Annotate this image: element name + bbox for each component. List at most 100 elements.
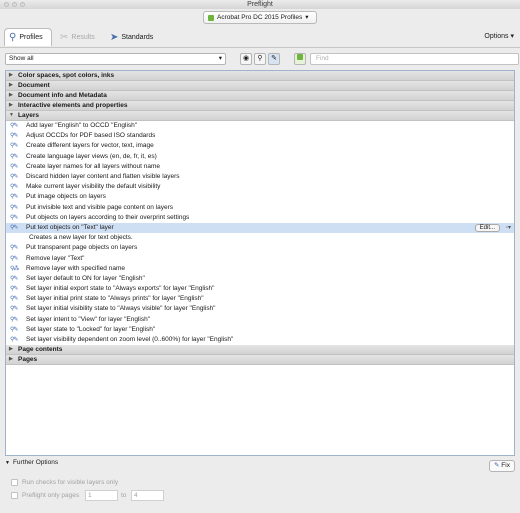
list-item[interactable]: ⚲✎ Adjust OCCDs for PDF based ISO standar… bbox=[6, 131, 514, 141]
fixup-icon: ⚲✎ bbox=[10, 214, 18, 221]
category-label: Document info and Metadata bbox=[18, 92, 107, 99]
category-label: Pages bbox=[18, 356, 38, 364]
new-profile-icon[interactable] bbox=[294, 53, 306, 65]
list-item[interactable]: ⚲✎ Set layer default to ON for layer "Eng… bbox=[6, 274, 514, 284]
fixup-icon: ⚲⁂ bbox=[10, 265, 19, 272]
run-checks-label: Run checks for visible layers only bbox=[22, 479, 119, 486]
list-item-label: Adjust OCCDs for PDF based ISO standards bbox=[26, 132, 156, 140]
wrench-filter-icon[interactable]: ✎ bbox=[268, 53, 280, 65]
list-item-label: Put invisible text and visible page cont… bbox=[26, 203, 174, 211]
list-item[interactable]: ⚲⁂ Remove layer with specified name bbox=[6, 264, 514, 274]
profiles-icon: ⚲ bbox=[9, 32, 17, 43]
category-layers[interactable]: ▼ Layers bbox=[6, 111, 514, 121]
category-document-info[interactable]: ▶ Document info and Metadata bbox=[6, 91, 514, 101]
window-title: Preflight bbox=[247, 1, 273, 8]
color-filter-icon[interactable]: ◉ bbox=[240, 53, 252, 65]
list-item-label: Discard hidden layer content and flatten… bbox=[26, 173, 180, 181]
list-item[interactable]: ⚲✎ Make current layer visibility the defa… bbox=[6, 182, 514, 192]
run-checks-option[interactable]: Run checks for visible layers only bbox=[11, 479, 118, 486]
fixup-icon: ⚲✎ bbox=[10, 286, 18, 293]
list-item[interactable]: ⚲✎ Set layer initial export state to "Alw… bbox=[6, 284, 514, 294]
list-item-label: Create different layers for vector, text… bbox=[26, 142, 154, 150]
only-pages-checkbox[interactable] bbox=[11, 492, 18, 499]
wrench-icon: ✎ bbox=[494, 462, 500, 469]
category-interactive[interactable]: ▶ Interactive elements and properties bbox=[6, 101, 514, 111]
list-item[interactable]: ⚲✎ Remove layer "Text" bbox=[6, 253, 514, 263]
profile-library-select[interactable]: Acrobat Pro DC 2015 Profiles ▾ bbox=[203, 11, 317, 24]
tab-results[interactable]: ✂ Results bbox=[56, 28, 99, 46]
fixup-icon: ⚲✎ bbox=[10, 275, 18, 282]
fixup-icon: ⚲✎ bbox=[10, 316, 18, 323]
tab-standards-label: Standards bbox=[121, 33, 154, 41]
page-from-input[interactable]: 1 bbox=[85, 490, 118, 501]
magnifier-filter-icon[interactable]: ⚲ bbox=[254, 53, 266, 65]
category-label: Page contents bbox=[18, 346, 63, 354]
list-item-selected[interactable]: ⚲✎ Put text objects on "Text" layer Edit.… bbox=[6, 222, 514, 234]
fixup-icon: ⚲✎ bbox=[10, 133, 18, 140]
page-to-input[interactable]: 4 bbox=[131, 490, 164, 501]
show-filter-select[interactable]: Show all ▾ bbox=[5, 53, 226, 65]
show-filter-value: Show all bbox=[9, 55, 34, 62]
list-item[interactable]: ⚲✎ Set layer intent to "View" for layer "… bbox=[6, 315, 514, 325]
list-item[interactable]: ⚲✎ Set layer visibility dependent on zoom… bbox=[6, 335, 514, 345]
category-page-contents[interactable]: ▶ Page contents bbox=[6, 345, 514, 356]
list-item[interactable]: ⚲✎ Put invisible text and visible page co… bbox=[6, 203, 514, 213]
fixup-icon: ⚲✎ bbox=[10, 174, 18, 181]
profile-folder-icon bbox=[208, 14, 214, 21]
profile-list[interactable]: ▶ Color spaces, spot colors, inks ▶ Docume… bbox=[5, 70, 515, 456]
fixup-icon: ⚲✎ bbox=[10, 306, 18, 313]
item-description: Creates a new layer for text objects. bbox=[6, 233, 514, 244]
only-pages-label: Preflight only pages bbox=[22, 492, 80, 499]
category-pages[interactable]: ▶ Pages bbox=[6, 355, 514, 366]
fixup-icon: ⚲✎ bbox=[10, 204, 18, 211]
disclosure-down-icon: ▼ bbox=[5, 459, 10, 466]
disclosure-right-icon[interactable]: ▶ bbox=[9, 101, 15, 110]
options-menu[interactable]: Options ▾ bbox=[484, 32, 514, 40]
results-icon: ✂ bbox=[60, 31, 69, 43]
list-item-label: Put transparent page objects on layers bbox=[26, 244, 138, 252]
disclosure-right-icon[interactable]: ▶ bbox=[9, 81, 15, 90]
options-label: Options bbox=[484, 33, 509, 40]
fix-button[interactable]: ✎ Fix bbox=[489, 460, 515, 472]
list-item[interactable]: ⚲✎ Set layer state to "Locked" for layer … bbox=[6, 325, 514, 335]
fixup-icon: ⚲✎ bbox=[10, 194, 18, 201]
tab-profiles[interactable]: ⚲ Profiles bbox=[4, 28, 52, 46]
list-item-label: Set layer initial export state to "Alway… bbox=[26, 285, 215, 293]
fixup-icon: ⚲✎ bbox=[10, 143, 18, 150]
fixup-icon: ⚲✎ bbox=[10, 123, 18, 130]
edit-button[interactable]: Edit... bbox=[474, 223, 500, 232]
tab-standards[interactable]: ➤ Standards bbox=[106, 28, 157, 46]
window-controls[interactable] bbox=[4, 2, 25, 7]
category-label: Document bbox=[18, 82, 50, 89]
disclosure-right-icon[interactable]: ▶ bbox=[9, 71, 15, 80]
category-color-spaces[interactable]: ▶ Color spaces, spot colors, inks bbox=[6, 71, 514, 81]
options-dropdown-icon[interactable]: ▫▾ bbox=[506, 223, 511, 233]
fixup-icon: ⚲✎ bbox=[10, 255, 18, 262]
disclosure-right-icon[interactable]: ▶ bbox=[9, 91, 15, 100]
disclosure-right-icon[interactable]: ▶ bbox=[9, 355, 15, 364]
list-item-label: Create language layer views (en, de, fr,… bbox=[26, 152, 157, 160]
find-input[interactable]: Find bbox=[310, 53, 519, 65]
list-item[interactable]: ⚲✎ Create layer names for all layers with… bbox=[6, 162, 514, 172]
only-pages-option[interactable]: Preflight only pages bbox=[11, 492, 79, 499]
toolbar: ⚲ Profiles ✂ Results ➤ Standards Options… bbox=[0, 26, 520, 48]
profile-library-label: Acrobat Pro DC 2015 Profiles bbox=[217, 14, 303, 21]
list-item[interactable]: ⚲✎ Put transparent page objects on layers bbox=[6, 243, 514, 253]
disclosure-right-icon[interactable]: ▶ bbox=[9, 345, 15, 354]
disclosure-down-icon[interactable]: ▼ bbox=[9, 111, 15, 120]
list-item[interactable]: ⚲✎ Put image objects on layers bbox=[6, 192, 514, 202]
category-label: Interactive elements and properties bbox=[18, 102, 128, 109]
list-item[interactable]: ⚲✎ Create different layers for vector, te… bbox=[6, 141, 514, 151]
list-item-label: Set layer initial print state to "Always… bbox=[26, 295, 204, 303]
category-document[interactable]: ▶ Document bbox=[6, 81, 514, 91]
list-item[interactable]: ⚲✎ Put objects on layers according to the… bbox=[6, 213, 514, 223]
list-item-label: Set layer visibility dependent on zoom l… bbox=[26, 336, 234, 344]
list-item[interactable]: ⚲✎ Discard hidden layer content and flatt… bbox=[6, 172, 514, 182]
further-options-toggle[interactable]: ▼ Further Options bbox=[5, 459, 58, 466]
list-item[interactable]: ⚲✎ Set layer initial visibility state to … bbox=[6, 304, 514, 314]
list-item[interactable]: ⚲✎ Set layer initial print state to "Alwa… bbox=[6, 294, 514, 304]
list-item[interactable]: ⚲✎ Add layer "English" to OCCD "English" bbox=[6, 121, 514, 131]
run-checks-checkbox[interactable] bbox=[11, 479, 18, 486]
list-item[interactable]: ⚲✎ Create language layer views (en, de, f… bbox=[6, 152, 514, 162]
standards-icon: ➤ bbox=[110, 31, 119, 43]
